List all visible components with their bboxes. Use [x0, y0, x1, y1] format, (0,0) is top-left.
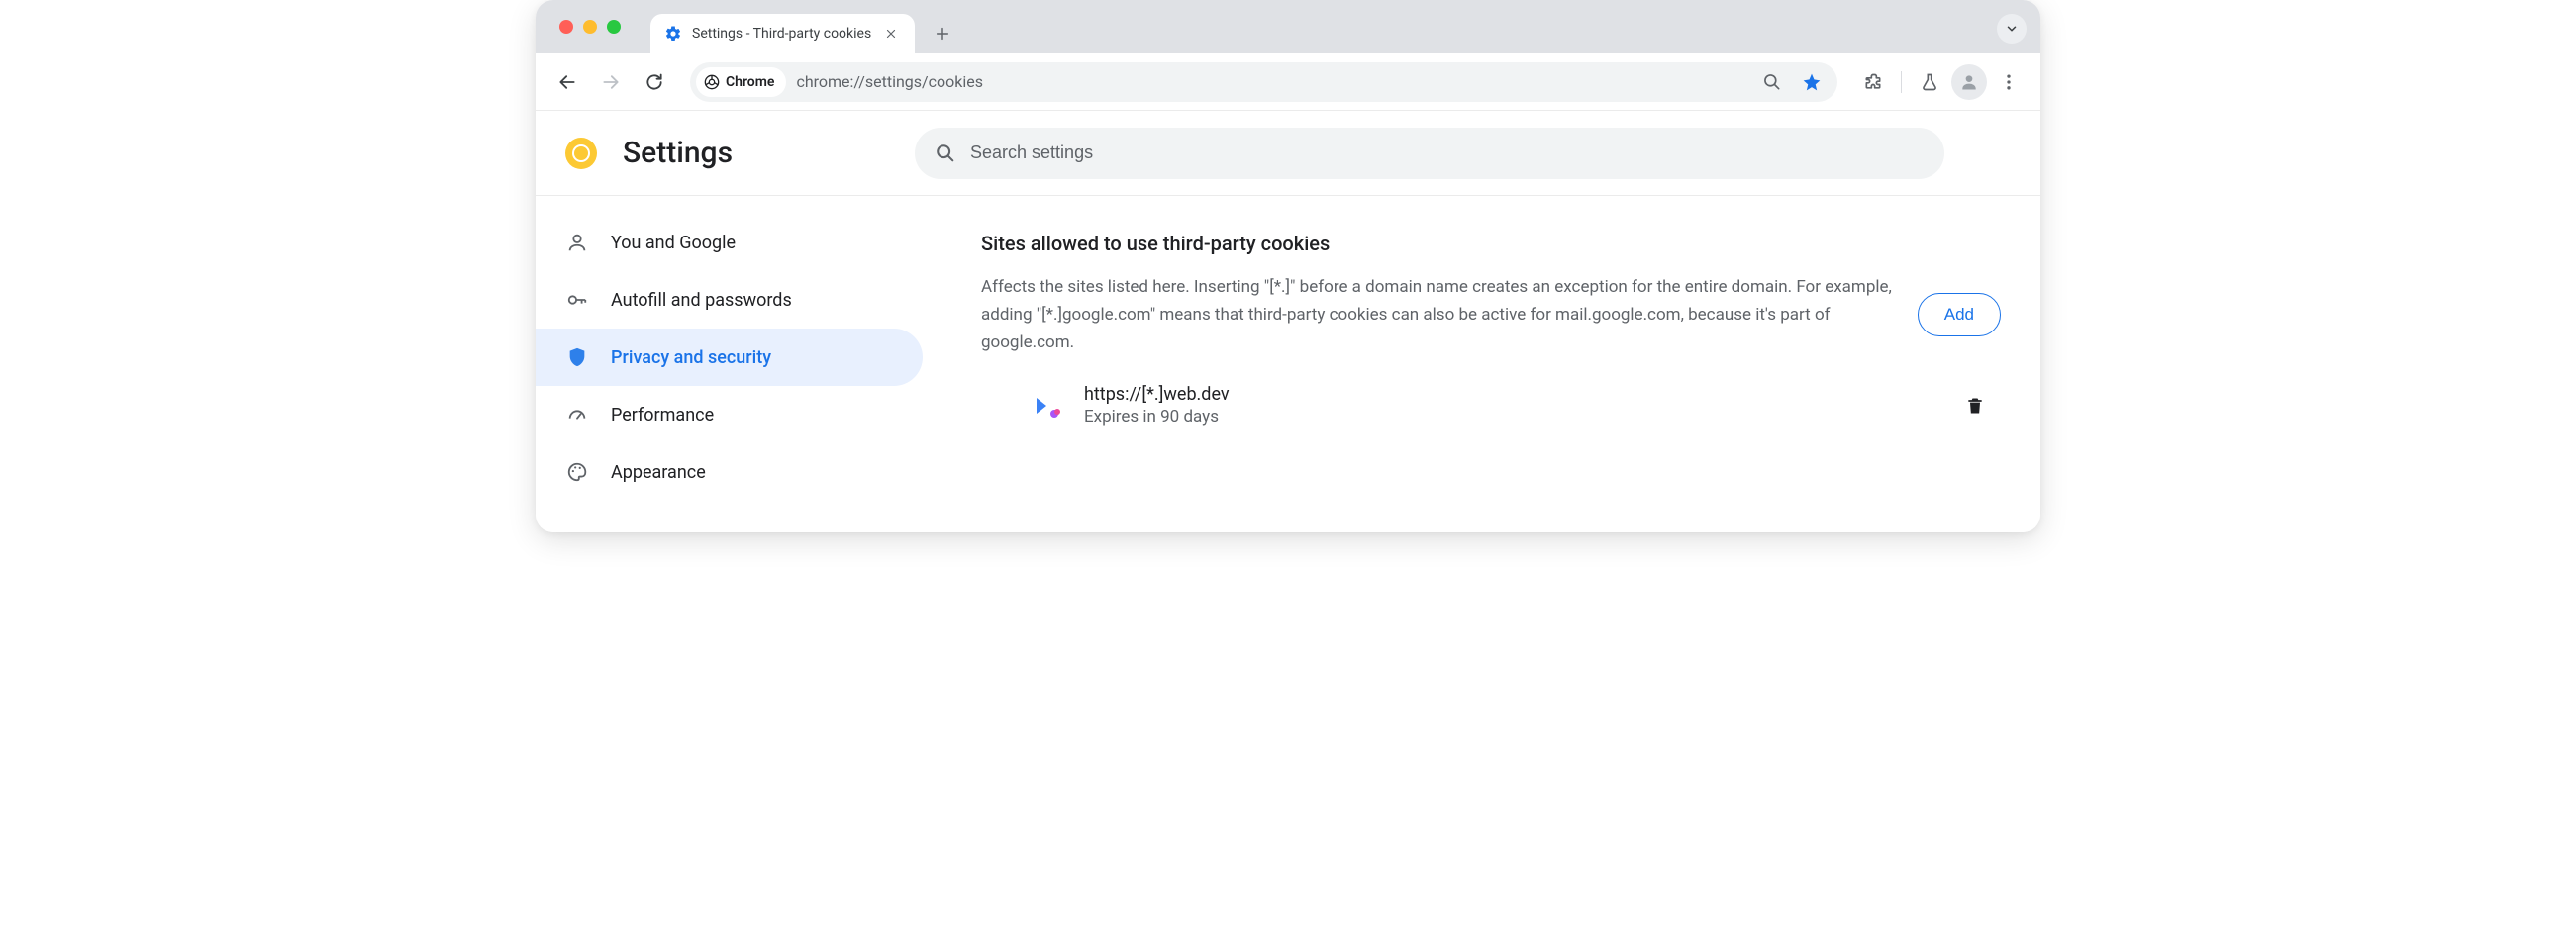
- plus-icon: [935, 26, 950, 42]
- settings-header: Settings: [536, 111, 2040, 196]
- profile-button[interactable]: [1951, 64, 1987, 100]
- reload-icon: [644, 72, 664, 92]
- window-close-button[interactable]: [559, 20, 573, 34]
- site-row: https://[*.]web.dev Expires in 90 days: [981, 384, 2001, 426]
- star-filled-icon: [1802, 72, 1822, 92]
- arrow-right-icon: [601, 72, 621, 92]
- trash-icon: [1965, 395, 1985, 417]
- close-icon: [885, 28, 897, 40]
- add-button[interactable]: Add: [1918, 293, 2001, 336]
- sidebar-item-label: Autofill and passwords: [611, 290, 792, 311]
- chrome-menu-button[interactable]: [1991, 64, 2027, 100]
- sidebar-item-label: Performance: [611, 405, 714, 426]
- site-chip-label: Chrome: [726, 74, 774, 90]
- main-content: Sites allowed to use third-party cookies…: [941, 196, 2040, 532]
- puzzle-icon: [1863, 72, 1883, 92]
- settings-gear-icon: [664, 25, 682, 43]
- chevron-down-icon: [2005, 22, 2019, 36]
- toolbar: Chrome chrome://settings/cookies: [536, 53, 2040, 111]
- reload-button[interactable]: [637, 64, 672, 100]
- site-chip[interactable]: Chrome: [696, 67, 786, 97]
- palette-icon: [565, 460, 589, 484]
- chrome-icon: [704, 74, 720, 90]
- sidebar-item-you-and-google[interactable]: You and Google: [536, 214, 923, 271]
- window-minimize-button[interactable]: [583, 20, 597, 34]
- speedometer-icon: [565, 403, 589, 426]
- sidebar: You and Google Autofill and passwords Pr…: [536, 196, 941, 532]
- sidebar-item-appearance[interactable]: Appearance: [536, 443, 923, 501]
- delete-site-button[interactable]: [1957, 388, 1993, 424]
- zoom-icon: [1762, 72, 1782, 92]
- tab-search-button[interactable]: [1997, 14, 2027, 44]
- sidebar-item-performance[interactable]: Performance: [536, 386, 923, 443]
- section-description: Affects the sites listed here. Inserting…: [981, 273, 1894, 356]
- settings-search[interactable]: [915, 128, 1944, 179]
- arrow-left-icon: [557, 72, 577, 92]
- site-expiry: Expires in 90 days: [1084, 407, 1937, 426]
- back-button[interactable]: [549, 64, 585, 100]
- shield-icon: [565, 345, 589, 369]
- forward-button[interactable]: [593, 64, 629, 100]
- settings-search-input[interactable]: [970, 142, 1925, 163]
- section-title: Sites allowed to use third-party cookies: [981, 232, 2001, 255]
- labs-button[interactable]: [1912, 64, 1947, 100]
- omnibox-url: chrome://settings/cookies: [796, 72, 1744, 91]
- person-outline-icon: [565, 231, 589, 254]
- zoom-button[interactable]: [1754, 64, 1790, 100]
- sidebar-item-autofill[interactable]: Autofill and passwords: [536, 271, 923, 329]
- tab-strip: Settings - Third-party cookies: [536, 0, 2040, 53]
- person-icon: [1959, 72, 1979, 92]
- sidebar-item-label: You and Google: [611, 233, 736, 253]
- flask-icon: [1920, 72, 1939, 92]
- omnibox[interactable]: Chrome chrome://settings/cookies: [690, 62, 1837, 102]
- window-maximize-button[interactable]: [607, 20, 621, 34]
- toolbar-divider: [1901, 71, 1902, 93]
- browser-tab[interactable]: Settings - Third-party cookies: [650, 14, 915, 53]
- chrome-logo-icon: [563, 136, 599, 171]
- tab-title: Settings - Third-party cookies: [692, 26, 871, 42]
- tab-close-button[interactable]: [881, 24, 901, 44]
- kebab-menu-icon: [1999, 72, 2019, 92]
- page-title: Settings: [623, 136, 733, 170]
- sidebar-item-privacy[interactable]: Privacy and security: [536, 329, 923, 386]
- search-icon: [935, 142, 956, 164]
- new-tab-button[interactable]: [925, 16, 960, 51]
- site-favicon-icon: [1033, 390, 1064, 422]
- sidebar-item-label: Appearance: [611, 462, 706, 483]
- sidebar-item-label: Privacy and security: [611, 347, 771, 368]
- key-icon: [565, 288, 589, 312]
- extensions-button[interactable]: [1855, 64, 1891, 100]
- bookmark-button[interactable]: [1794, 64, 1830, 100]
- site-url: https://[*.]web.dev: [1084, 384, 1937, 405]
